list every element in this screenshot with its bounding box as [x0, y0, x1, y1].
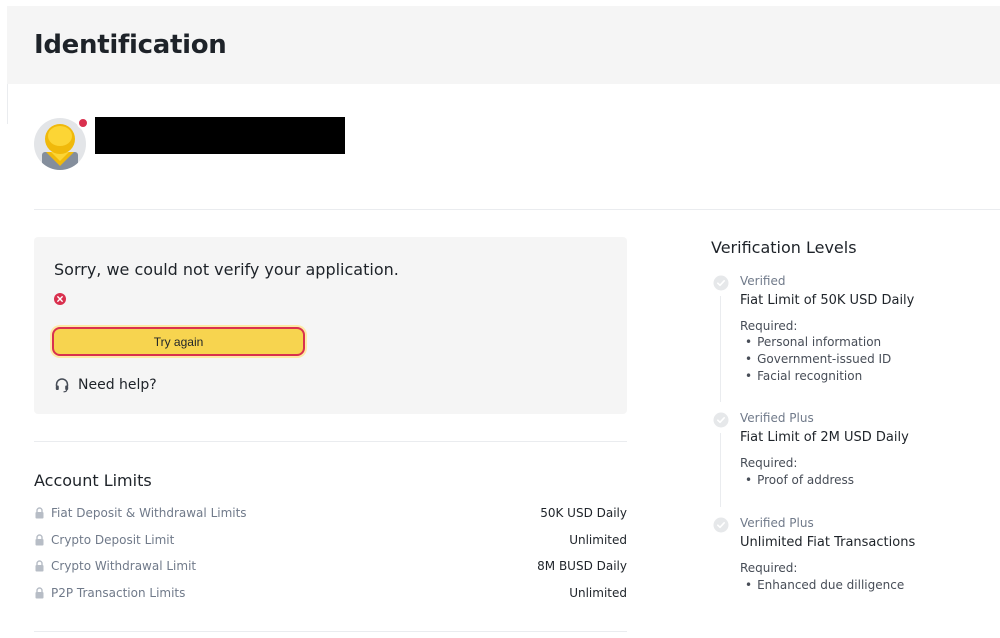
level-connector [720, 296, 721, 402]
error-x-icon [54, 293, 66, 305]
avatar-head-highlight [48, 126, 72, 146]
level-tier: Verified Plus [740, 516, 814, 530]
limit-value: Unlimited [569, 586, 627, 600]
level-required-label: Required: [740, 456, 798, 470]
limit-value: Unlimited [569, 533, 627, 547]
lock-icon [35, 507, 44, 519]
check-circle-icon [713, 412, 729, 428]
verification-status-card: Sorry, we could not verify your applicat… [34, 237, 627, 414]
divider [34, 631, 627, 632]
divider [34, 209, 1000, 210]
level-requirement: Government-issued ID [745, 352, 891, 366]
headset-icon [55, 378, 69, 393]
level-limit: Fiat Limit of 2M USD Daily [740, 430, 909, 445]
limit-value: 8M BUSD Daily [537, 559, 627, 573]
limit-label: P2P Transaction Limits [51, 586, 186, 600]
level-requirement: Facial recognition [745, 369, 862, 383]
divider [34, 441, 627, 442]
limit-row-crypto-deposit: Crypto Deposit Limit Unlimited [34, 532, 627, 548]
level-requirement: Proof of address [745, 473, 854, 487]
status-message: Sorry, we could not verify your applicat… [54, 260, 399, 279]
limit-row-crypto-withdrawal: Crypto Withdrawal Limit 8M BUSD Daily [34, 558, 627, 574]
status-dot [77, 117, 89, 129]
lock-icon [35, 587, 44, 599]
level-limit: Fiat Limit of 50K USD Daily [740, 293, 915, 308]
need-help-link[interactable]: Need help? [54, 377, 157, 393]
limit-label: Crypto Deposit Limit [51, 533, 175, 547]
verification-levels-title: Verification Levels [711, 238, 857, 257]
page-header: Identification [7, 6, 1000, 84]
check-circle-icon [713, 517, 729, 533]
level-required-label: Required: [740, 561, 798, 575]
lock-icon [35, 560, 44, 572]
page-title: Identification [34, 30, 227, 60]
level-connector [720, 433, 721, 507]
level-limit: Unlimited Fiat Transactions [740, 535, 916, 550]
try-again-button[interactable]: Try again [52, 327, 305, 356]
check-circle-icon [713, 275, 729, 291]
lock-icon [35, 534, 44, 546]
limit-row-fiat: Fiat Deposit & Withdrawal Limits 50K USD… [34, 505, 627, 521]
limit-value: 50K USD Daily [540, 506, 627, 520]
level-requirement: Personal information [745, 335, 881, 349]
level-requirement: Enhanced due dilligence [745, 578, 904, 592]
profile-name-redacted: █████████████████████ [95, 117, 345, 154]
limit-row-p2p: P2P Transaction Limits Unlimited [34, 585, 627, 601]
level-required-label: Required: [740, 319, 798, 333]
level-tier: Verified Plus [740, 411, 814, 425]
limit-label: Crypto Withdrawal Limit [51, 559, 197, 573]
need-help-label: Need help? [78, 377, 157, 393]
account-limits-title: Account Limits [34, 471, 152, 490]
level-tier: Verified [740, 274, 786, 288]
left-rule [7, 84, 8, 124]
limit-label: Fiat Deposit & Withdrawal Limits [51, 506, 247, 520]
